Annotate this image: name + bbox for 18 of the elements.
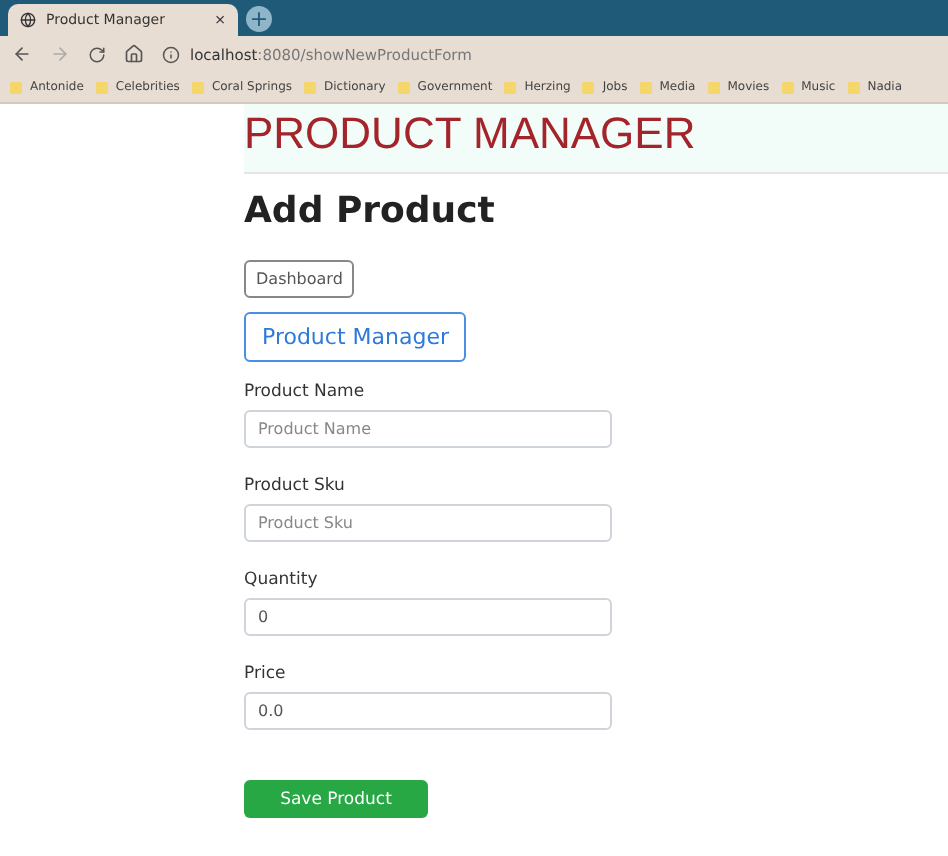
nav-button[interactable]: Product Manager — [244, 312, 467, 362]
dashboard-button[interactable]: Dashboard — [244, 260, 355, 298]
globe-icon — [20, 12, 36, 28]
field-label: Product Name — [244, 382, 367, 402]
home-icon[interactable] — [124, 44, 144, 64]
input-field[interactable]: Product Name — [244, 410, 612, 448]
input-field[interactable]: Product Sku — [244, 504, 612, 542]
app-title: PRODUCT MANAGER — [244, 108, 696, 158]
field-label: Quantity — [244, 570, 320, 590]
back-icon[interactable] — [12, 44, 32, 64]
info-icon — [162, 45, 180, 63]
new-tab-button[interactable]: + — [246, 6, 272, 32]
field-label: Price — [244, 664, 288, 684]
input-field[interactable]: 0.0 — [244, 692, 612, 730]
input-field[interactable]: 0 — [244, 598, 612, 636]
field-label: Product Sku — [244, 476, 347, 496]
page-heading: Add Product — [244, 190, 497, 232]
reload-icon[interactable] — [88, 45, 106, 63]
